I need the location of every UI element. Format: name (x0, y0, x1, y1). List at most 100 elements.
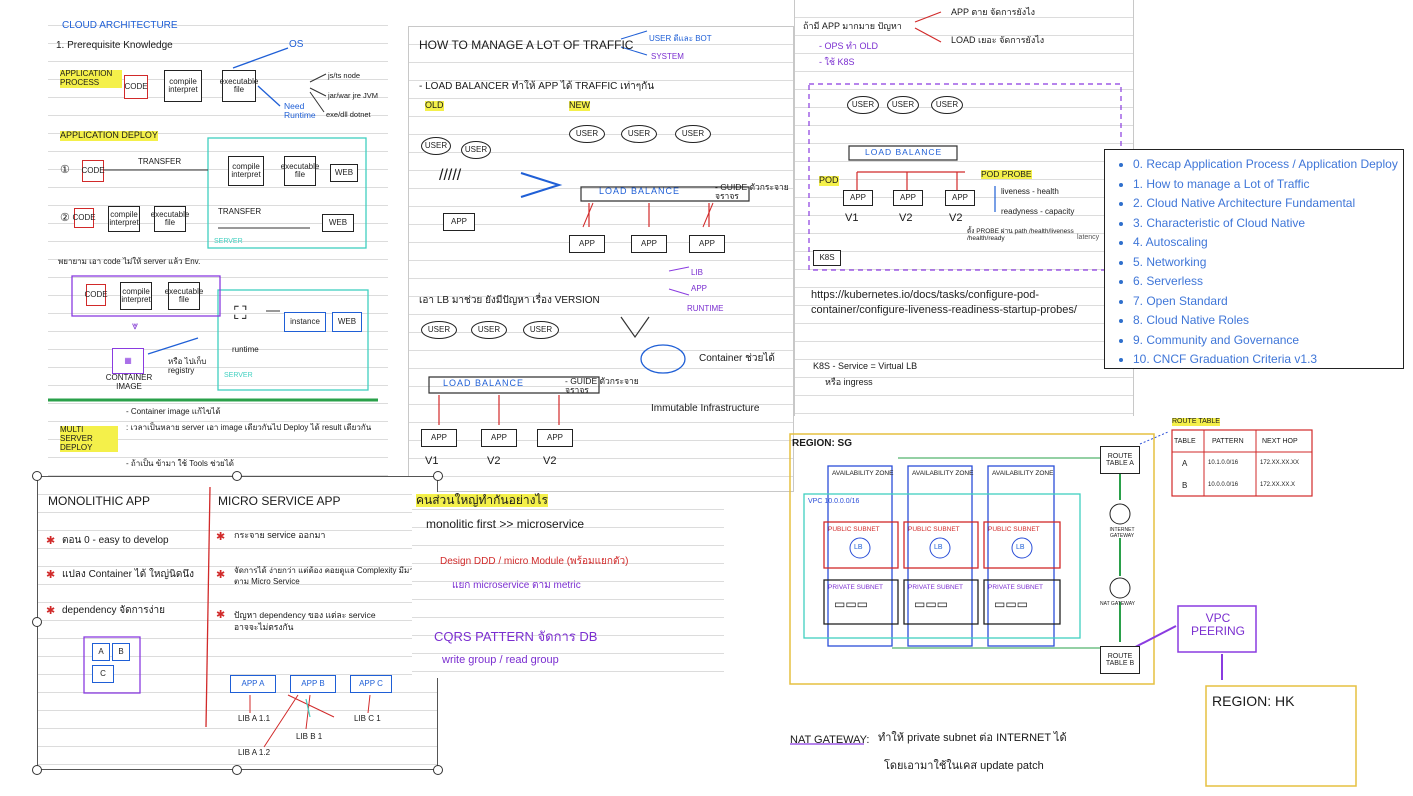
resize-handle-top-left[interactable] (32, 471, 42, 481)
public-subnet-3: PUBLIC SUBNET (988, 526, 1040, 533)
app-a-box: APP A (230, 675, 276, 693)
rt-header-nexthop: NEXT HOP (1262, 438, 1298, 445)
lib-a12: LIB A 1.2 (238, 748, 271, 757)
old-user-1: USER (421, 137, 451, 155)
bullet-1: : เวลาเป็นหลาย server เอา image เดียวกัน… (126, 423, 372, 432)
new-user-1: USER (569, 125, 605, 143)
nat-note-line2: โดยเอามาใช้ในเคส update patch (884, 760, 1044, 772)
deploy1-exe-box: executable file (281, 156, 319, 186)
pod-version-3: V2 (949, 212, 963, 224)
private-subnet-3: PRIVATE SUBNET (988, 584, 1044, 591)
mono-box-a: A (92, 643, 110, 661)
instance-icon: ▭▭▭ (834, 597, 869, 611)
toc-link-10[interactable]: 10. CNCF Graduation Criteria v1.3 (1133, 350, 1403, 370)
resize-handle-bottom-right[interactable] (433, 765, 443, 775)
runtime-item-1: jar/war jre JVM (328, 91, 379, 100)
public-subnet-2: PUBLIC SUBNET (908, 526, 960, 533)
resize-handle-top-right[interactable] (433, 471, 443, 481)
guide-label-1: - GUIDE ตัวกระจายจราจร (715, 182, 789, 202)
note-monolithic-microservice[interactable]: MONOLITHIC APP MICRO SERVICE APP ✱ ตอน 0… (37, 476, 438, 770)
micro-point-1: จัดการได้ ง่ายกว่า แต่ต้อง คอยดูแล Compl… (234, 566, 430, 586)
runtime-item-2: exe/dll dotnet (326, 110, 371, 119)
asterisk-icon: ✱ (46, 535, 56, 547)
toc-link-6[interactable]: 6. Serverless (1133, 272, 1403, 292)
v-app-3: APP (537, 429, 573, 447)
bullet-0: - Container image แก้ไขได้ (126, 407, 221, 416)
deploy2-compile-box: compile interpret (108, 206, 140, 232)
nat-note-line1: ทำให้ private subnet ต่อ INTERNET ได้ (878, 732, 1067, 744)
rt-row-a-hop: 172.XX.XX.XX (1260, 460, 1300, 466)
rt-header-pattern: PATTERN (1212, 438, 1244, 445)
latency-label: latency (1077, 234, 1100, 241)
resize-handle-bottom[interactable] (232, 765, 242, 775)
resize-handle-top[interactable] (232, 471, 242, 481)
mono-point-0: ตอน 0 - easy to develop (62, 535, 169, 546)
toc-link-9[interactable]: 9. Community and Governance (1133, 331, 1403, 351)
rt-row-b-hop: 172.XX.XX.X (1260, 482, 1296, 488)
note5-line1: monolitic first >> microservice (426, 517, 585, 531)
deploy2-web-box: WEB (322, 214, 354, 232)
liveness-label: liveness - health (1001, 187, 1059, 196)
toc-link-1[interactable]: 1. How to manage a Lot of Traffic (1133, 175, 1403, 195)
asterisk-icon: ✱ (46, 605, 56, 617)
az-label-1: AVAILABILITY ZONE (832, 470, 894, 477)
rt-row-b-table: B (1182, 481, 1188, 490)
deploy3-code-box: CODE (84, 284, 108, 306)
toc-link-0[interactable]: 0. Recap Application Process / Applicati… (1133, 155, 1403, 175)
lib-label: LIB (691, 268, 704, 277)
lb-box-label-2: LOAD BALANCE (443, 378, 525, 388)
v-user-1: USER (421, 321, 457, 339)
deploy3-exe-box: executable file (165, 282, 203, 310)
multi-server-label: MULTI SERVER DEPLOY (60, 425, 118, 453)
deploy1-code-box: CODE (81, 160, 105, 182)
v-user-2: USER (471, 321, 507, 339)
v-app-2: APP (481, 429, 517, 447)
need-runtime-label: Need Runtime (284, 101, 316, 121)
k8s-user-3: USER (931, 96, 963, 114)
code-box: CODE (124, 75, 148, 99)
toc-link-8[interactable]: 8. Cloud Native Roles (1133, 311, 1403, 331)
app-deploy-label: APPLICATION DEPLOY (60, 130, 158, 141)
readyness-label: readyness - capacity (1001, 207, 1075, 216)
lb-2: LB (934, 544, 943, 551)
asterisk-icon: ✱ (216, 569, 226, 581)
table-of-contents: 0. Recap Application Process / Applicati… (1104, 149, 1404, 369)
version-v2a: V2 (487, 455, 501, 467)
container-image-label: CONTAINER IMAGE (105, 373, 153, 391)
toc-link-7[interactable]: 7. Open Standard (1133, 292, 1403, 312)
web-box-3: WEB (332, 312, 362, 332)
rt-header-table: TABLE (1174, 438, 1196, 445)
resize-handle-bottom-left[interactable] (32, 765, 42, 775)
server-rack-icon: ⛶ (234, 303, 247, 323)
use-k8s-label: - ใช้ K8S (819, 57, 855, 67)
container-ok-label: Container ช่วยได้ (699, 353, 775, 364)
resize-handle-left[interactable] (32, 617, 42, 627)
instance-icon: ▭▭▭ (994, 597, 1029, 611)
probe-doc-link[interactable]: https://kubernetes.io/docs/tasks/configu… (811, 288, 1081, 318)
app-process-label: APPLICATION PROCESS (60, 69, 122, 88)
registry-label: หรือ ไปเก็บ registry (168, 357, 207, 375)
server-label-2: SERVER (224, 372, 253, 379)
az-label-3: AVAILABILITY ZONE (992, 470, 1054, 477)
rt-row-a-table: A (1182, 459, 1188, 468)
rt-row-a-pattern: 10.1.0.0/16 (1208, 460, 1239, 466)
probe-note: ตั้ง PROBE ผ่าน path /health/liveness /h… (967, 228, 1074, 243)
asterisk-icon: ✱ (216, 609, 226, 621)
service-label: K8S - Service = Virtual LB (813, 361, 918, 371)
toc-link-5[interactable]: 5. Networking (1133, 253, 1403, 273)
new-app-3: APP (689, 235, 725, 253)
mono-box-c: C (92, 665, 114, 683)
old-app-box: APP (443, 213, 475, 231)
compile-box: compile interpret (164, 70, 202, 102)
toc-link-3[interactable]: 3. Characteristic of Cloud Native (1133, 214, 1403, 234)
route-table-a: ROUTE TABLE A (1100, 446, 1140, 474)
toc-link-2[interactable]: 2. Cloud Native Architecture Fundamental (1133, 194, 1403, 214)
k8s-user-2: USER (887, 96, 919, 114)
toc-link-4[interactable]: 4. Autoscaling (1133, 233, 1403, 253)
new-user-3: USER (675, 125, 711, 143)
prereq-heading: 1. Prerequisite Knowledge (56, 40, 173, 51)
version-v1: V1 (425, 455, 439, 467)
old-label: OLD (425, 100, 444, 111)
lb-box-label: LOAD BALANCE (599, 186, 681, 196)
pod-app-1: APP (843, 190, 873, 206)
